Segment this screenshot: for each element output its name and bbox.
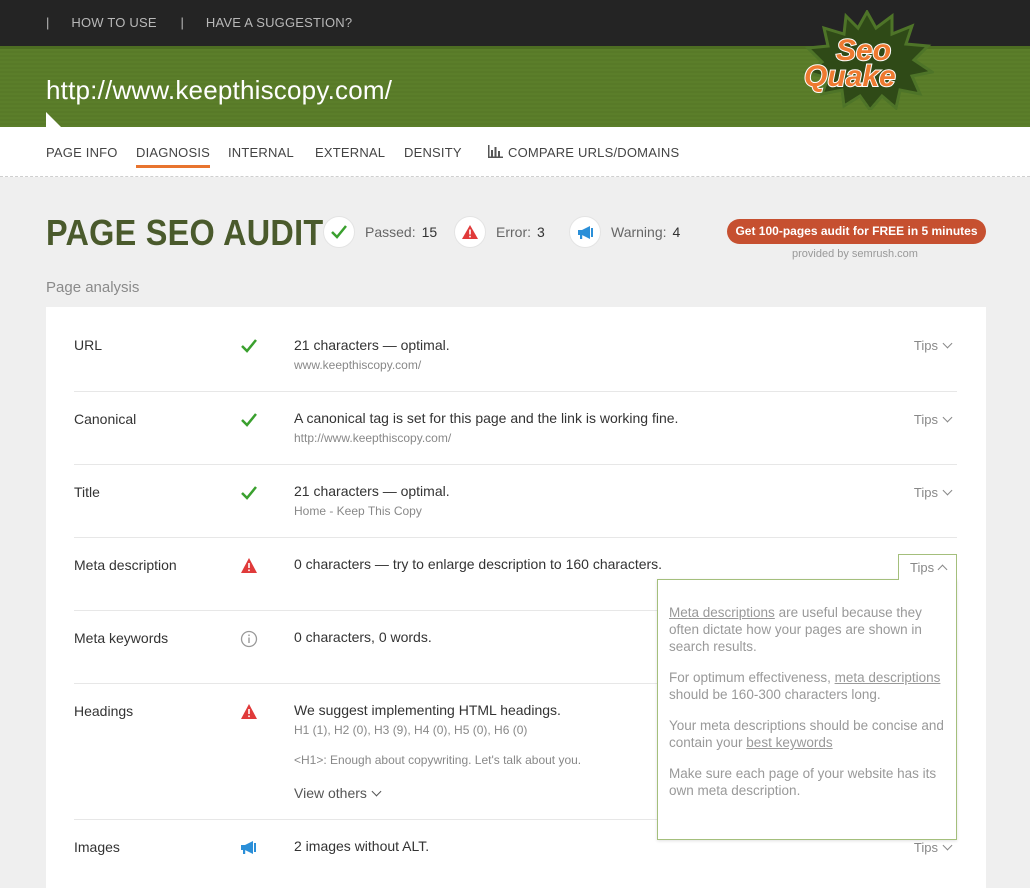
section-title: Page analysis xyxy=(46,279,140,296)
provided-by: provided by semrush.com xyxy=(792,248,918,260)
tab-bar: PAGE INFO DIAGNOSIS INTERNAL EXTERNAL DE… xyxy=(0,127,1030,177)
tip-paragraph: Your meta descriptions should be concise… xyxy=(669,717,945,751)
suggestion-link[interactable]: HAVE A SUGGESTION? xyxy=(206,15,352,30)
error-icon xyxy=(454,216,486,248)
tip-paragraph: Make sure each page of your website has … xyxy=(669,766,937,798)
tips-label: Tips xyxy=(913,840,938,855)
row-message: 21 characters — optimal. xyxy=(294,483,450,499)
warning-label: Warning: xyxy=(611,224,667,240)
info-icon xyxy=(240,630,258,648)
tips-toggle[interactable]: Tips xyxy=(913,840,953,855)
row-label: Canonical xyxy=(74,411,137,427)
row-detail: Home - Keep This Copy xyxy=(294,504,422,518)
tips-toggle[interactable]: Tips xyxy=(913,485,953,500)
header-notch xyxy=(46,112,62,128)
tab-diagnosis[interactable]: DIAGNOSIS xyxy=(136,145,211,168)
error-count: 3 xyxy=(537,224,545,240)
passed-label: Passed: xyxy=(365,224,416,240)
passed-count: 15 xyxy=(421,224,438,240)
error-stat: Error: 3 xyxy=(454,216,545,248)
tab-internal[interactable]: INTERNAL xyxy=(228,145,294,160)
tab-compare-label: COMPARE URLS/DOMAINS xyxy=(508,145,680,160)
tip-text: should be 160-300 characters long. xyxy=(669,687,881,702)
seoquake-logo: Seo Quake xyxy=(802,10,934,110)
error-label: Error: xyxy=(496,224,531,240)
chevron-down-icon xyxy=(942,485,953,496)
tips-toggle[interactable]: Tips xyxy=(913,412,953,427)
row-label: URL xyxy=(74,337,103,353)
view-others-toggle[interactable]: View others xyxy=(294,785,382,801)
tips-popup: Meta descriptions are useful because the… xyxy=(657,579,957,840)
page-title: PAGE SEO AUDIT xyxy=(46,212,324,253)
view-others-label: View others xyxy=(294,785,367,801)
row-detail: www.keepthiscopy.com/ xyxy=(294,358,422,372)
row-label: Meta description xyxy=(74,557,177,573)
result-row-title: Title 21 characters — optimal. Home - Ke… xyxy=(74,465,957,538)
how-to-use-link[interactable]: HOW TO USE xyxy=(71,15,156,30)
top-nav: | HOW TO USE | HAVE A SUGGESTION? xyxy=(46,15,372,30)
nav-separator: | xyxy=(46,15,50,30)
tips-label: Tips xyxy=(913,338,938,353)
tip-text: For optimum effectiveness, xyxy=(669,670,835,685)
tab-page-info[interactable]: PAGE INFO xyxy=(46,145,118,160)
tip-paragraph: For optimum effectiveness, meta descript… xyxy=(669,669,945,703)
logo-text-quake: Quake xyxy=(804,60,896,93)
tips-label: Tips xyxy=(913,485,938,500)
check-icon xyxy=(241,339,257,353)
tips-label: Tips xyxy=(913,412,938,427)
free-audit-button[interactable]: Get 100-pages audit for FREE in 5 minute… xyxy=(727,219,986,244)
row-label: Images xyxy=(74,839,120,855)
result-row-url: URL 21 characters — optimal. www.keepthi… xyxy=(74,307,957,392)
chevron-down-icon xyxy=(942,338,953,349)
tab-external[interactable]: EXTERNAL xyxy=(315,145,385,160)
megaphone-icon xyxy=(241,841,256,854)
error-icon xyxy=(241,558,257,573)
check-icon xyxy=(323,216,355,248)
row-message: 21 characters — optimal. xyxy=(294,337,450,353)
tips-toggle[interactable]: Tips xyxy=(913,338,953,353)
row-message: A canonical tag is set for this page and… xyxy=(294,410,679,426)
chevron-down-icon xyxy=(942,412,953,423)
tab-density[interactable]: DENSITY xyxy=(404,145,462,160)
best-keywords-link[interactable]: best keywords xyxy=(746,735,832,750)
nav-separator: | xyxy=(180,15,185,30)
tips-toggle-open[interactable]: Tips xyxy=(898,554,957,580)
row-message: 0 characters, 0 words. xyxy=(294,629,432,645)
row-detail: H1 (1), H2 (0), H3 (9), H4 (0), H5 (0), … xyxy=(294,723,528,737)
row-label: Headings xyxy=(74,703,134,719)
error-icon xyxy=(241,704,257,719)
check-icon xyxy=(241,413,257,427)
megaphone-icon xyxy=(569,216,601,248)
bar-chart-icon xyxy=(488,145,503,158)
row-label: Title xyxy=(74,484,100,500)
tab-compare[interactable]: COMPARE URLS/DOMAINS xyxy=(488,145,679,160)
h1-preview: <H1>: Enough about copywriting. Let's ta… xyxy=(294,753,582,767)
result-row-canonical: Canonical A canonical tag is set for thi… xyxy=(74,392,957,465)
row-label: Meta keywords xyxy=(74,630,169,646)
row-detail: http://www.keepthiscopy.com/ xyxy=(294,431,452,445)
meta-descriptions-link[interactable]: meta descriptions xyxy=(835,670,941,685)
row-message: We suggest implementing HTML headings. xyxy=(294,702,561,718)
tips-label: Tips xyxy=(910,560,935,575)
row-message: 0 characters — try to enlarge descriptio… xyxy=(294,556,663,572)
analyzed-url: http://www.keepthiscopy.com/ xyxy=(46,75,393,105)
passed-stat: Passed: 15 xyxy=(323,216,437,248)
tip-paragraph: Meta descriptions are useful because the… xyxy=(669,604,945,655)
warning-count: 4 xyxy=(672,224,681,240)
chevron-up-icon xyxy=(937,564,948,575)
warning-stat: Warning: 4 xyxy=(569,216,680,248)
meta-descriptions-link[interactable]: Meta descriptions xyxy=(669,605,775,620)
check-icon xyxy=(241,486,257,500)
chevron-down-icon xyxy=(371,786,382,797)
chevron-down-icon xyxy=(942,840,953,851)
row-message: 2 images without ALT. xyxy=(294,838,430,854)
